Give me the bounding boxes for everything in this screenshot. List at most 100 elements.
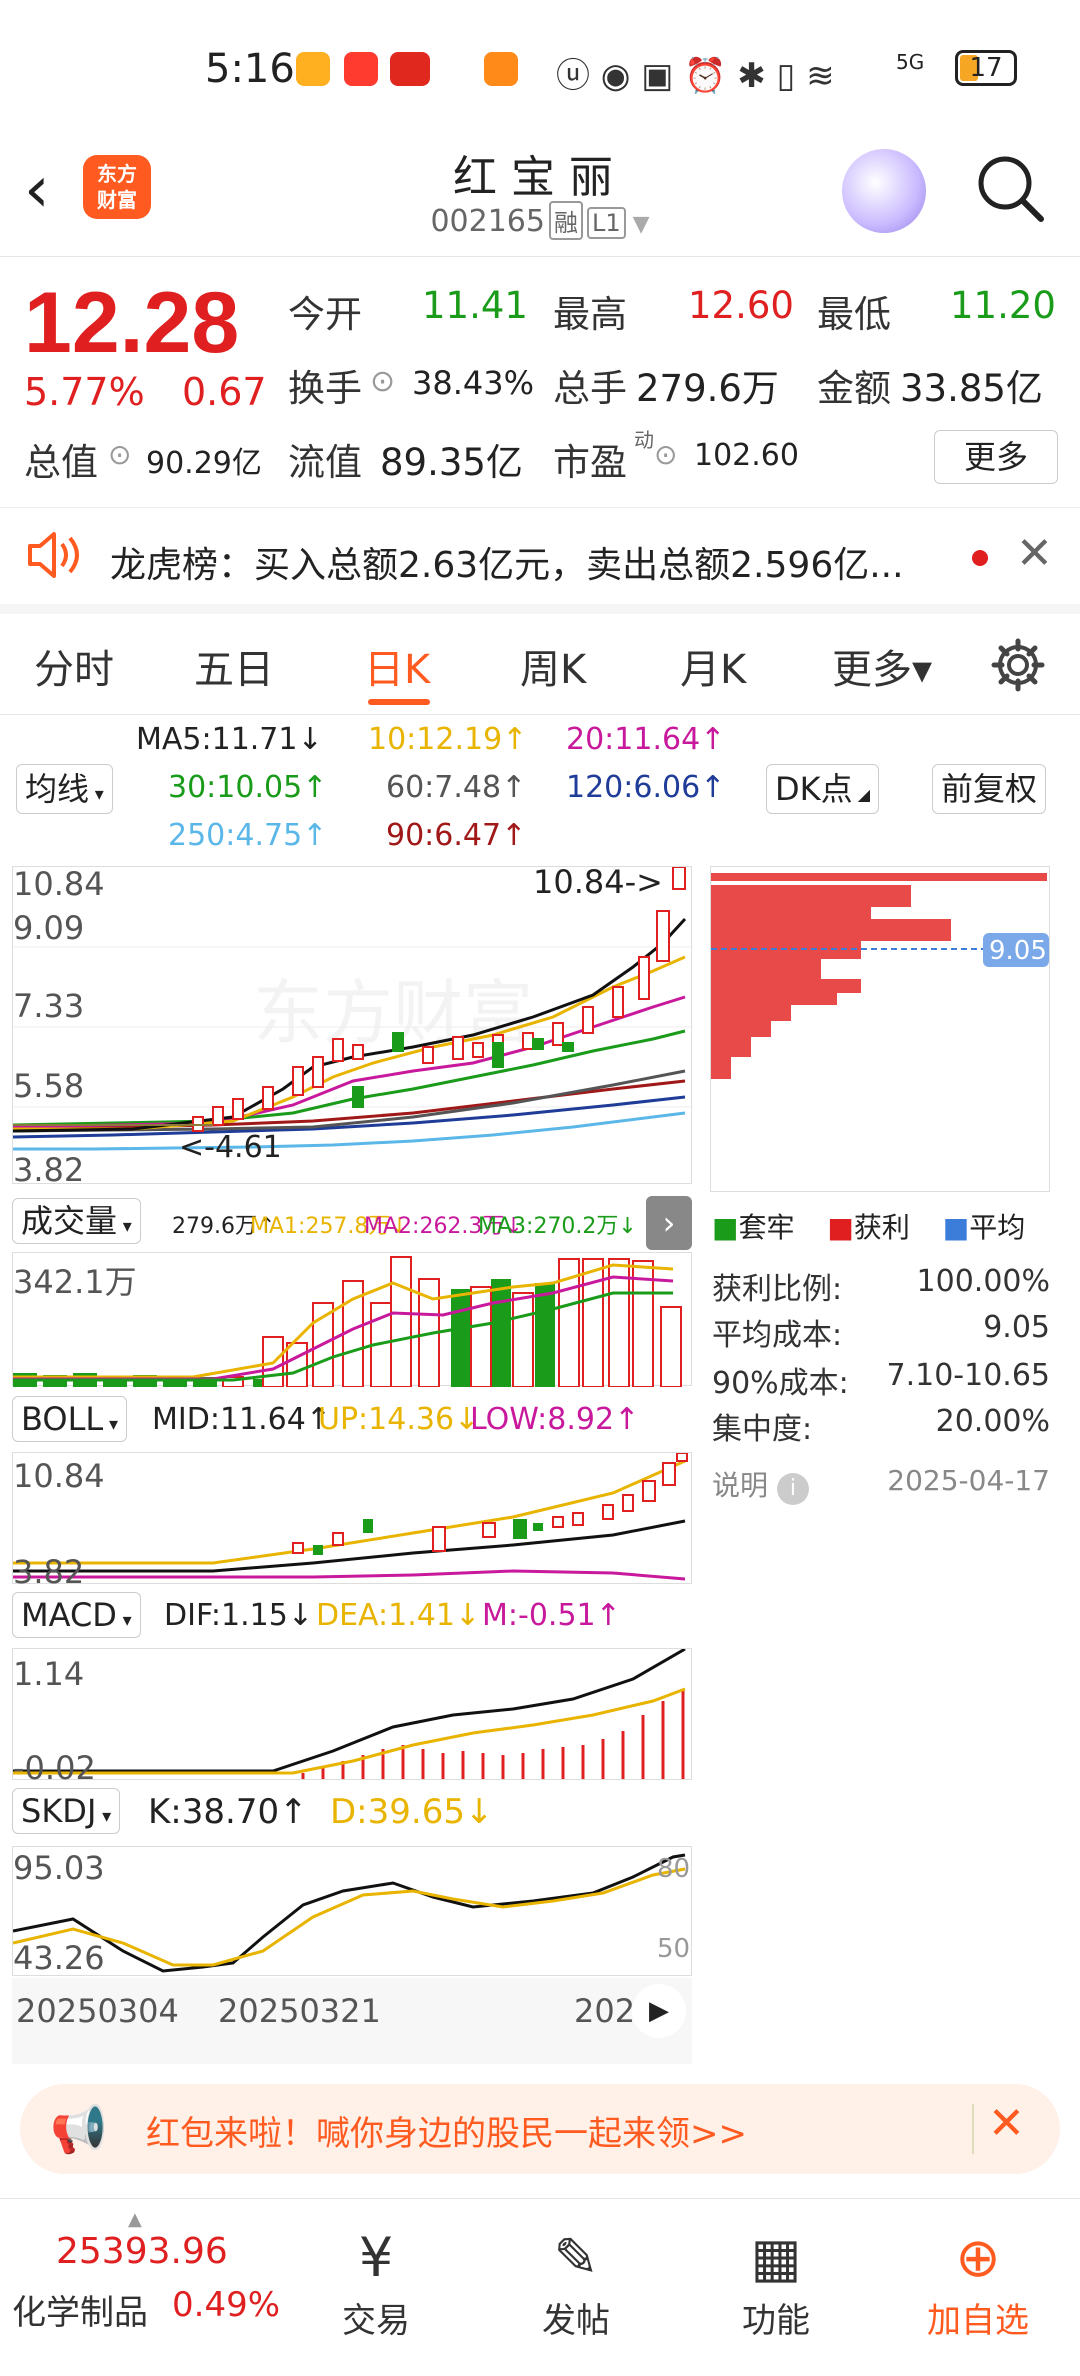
tab-weekly-k[interactable]: 周K xyxy=(520,637,586,695)
boll-chart[interactable]: 10.84 3.82 xyxy=(12,1452,692,1591)
skdj-y-bottom: 43.26 xyxy=(13,1939,105,1977)
chip-distribution[interactable]: 9.05 xyxy=(710,866,1051,1192)
chip-profit-value: 100.00% xyxy=(916,1264,1050,1299)
notification-icons: ⓤ ◉ ▣ ⏰ ✱ ▯ ≋ xyxy=(556,56,835,96)
dragon-tiger-notice[interactable]: 龙虎榜：买入总额2.63亿元，卖出总额2.596亿... ✕ xyxy=(0,510,1080,614)
change-percent: 5.77% xyxy=(24,370,145,414)
info-icon[interactable]: ⊙ xyxy=(370,364,395,399)
adjust-button[interactable]: 前复权 xyxy=(932,764,1047,814)
skdj-selector[interactable]: SKDJ ▾ xyxy=(12,1788,121,1834)
volume-ma3: MA3:270.2万↓ xyxy=(478,1214,637,1239)
volume-chart[interactable]: 342.1万 xyxy=(12,1252,692,1388)
more-button[interactable]: 更多 xyxy=(934,430,1058,484)
boll-mid: MID:11.64↑ xyxy=(152,1402,331,1437)
red-packet-banner[interactable]: 📢 红包来啦！喊你身边的股民一起来领>> ✕ xyxy=(20,2084,1060,2174)
chip-legend: ■套牢 ■获利 ■平均 xyxy=(712,1211,1026,1244)
nav-post[interactable]: ✎ 发帖 xyxy=(506,2223,646,2342)
kline-y-top: 10.84 xyxy=(13,867,105,903)
tab-more[interactable]: 更多▾ xyxy=(832,637,932,695)
change-amount: 0.67 xyxy=(182,370,267,414)
dk-point-button[interactable]: DK点 ◢ xyxy=(766,764,880,814)
ma-selector[interactable]: 均线 ▾ xyxy=(16,764,113,814)
settings-gear-icon[interactable] xyxy=(990,637,1046,693)
skdj-y-top: 95.03 xyxy=(13,1849,105,1887)
chip-note-link[interactable]: 说明 i xyxy=(712,1464,809,1505)
market-cap-value: 90.29亿 xyxy=(146,446,262,481)
volume-label: 总手 xyxy=(553,367,627,410)
chip-avg-value: 9.05 xyxy=(983,1310,1050,1345)
skdj-chart[interactable]: 95.03 43.26 80 50 xyxy=(12,1846,692,1977)
amount-label: 金额 xyxy=(817,367,891,410)
video-app-icon xyxy=(484,52,518,86)
speaker-icon xyxy=(28,532,79,578)
boll-selector[interactable]: BOLL ▾ xyxy=(12,1396,127,1442)
bottom-bar: ▲ 25393.96 化学制品 0.49% ¥ 交易 ✎ 发帖 ▦ 功能 ⊕ 加自选 xyxy=(0,2198,1080,2376)
macd-dea: DEA:1.41↓ xyxy=(316,1598,481,1633)
next-arrow-button[interactable]: ▶ xyxy=(632,1984,686,2038)
chip-date: 2025-04-17 xyxy=(887,1464,1050,1497)
open-label: 今开 xyxy=(288,293,362,336)
trade-icon: ¥ xyxy=(358,2226,394,2289)
active-tab-indicator xyxy=(368,699,430,705)
skdj-ref-80: 80 xyxy=(657,1854,690,1884)
ma60-value: 60:7.48↑ xyxy=(386,770,527,805)
tab-monthly-k[interactable]: 月K xyxy=(680,637,746,695)
info-icon[interactable]: ⊙ xyxy=(654,438,677,471)
kline-min-note: <-4.61 xyxy=(179,1130,282,1165)
nav-functions[interactable]: ▦ 功能 xyxy=(706,2223,846,2342)
expand-up-icon[interactable]: ▲ xyxy=(128,2209,142,2230)
macd-selector[interactable]: MACD ▾ xyxy=(12,1592,141,1638)
expand-arrow-button[interactable]: › xyxy=(646,1196,692,1250)
boll-up: UP:14.36↓ xyxy=(318,1402,480,1437)
search-icon[interactable] xyxy=(975,153,1045,223)
pe-value: 102.60 xyxy=(694,438,799,473)
boll-y-bottom: 3.82 xyxy=(13,1553,84,1585)
chip-svg: 9.05 xyxy=(711,873,1051,1079)
legend-average: 平均 xyxy=(969,1211,1026,1244)
nav-add-watchlist[interactable]: ⊕ 加自选 xyxy=(908,2223,1048,2342)
kline-svg: 东方财富 <-4.61 10.84-> 10.84 9.09 7.33 5.58… xyxy=(12,863,693,1189)
index-value[interactable]: 25393.96 xyxy=(56,2231,228,2272)
tab-five-day[interactable]: 五日 xyxy=(194,637,274,695)
nav-trade[interactable]: ¥ 交易 xyxy=(306,2223,446,2342)
edit-icon: ✎ xyxy=(553,2226,599,2289)
macd-chart[interactable]: 1.14 -0.02 xyxy=(12,1647,692,1787)
unread-dot xyxy=(972,550,988,566)
chip-90-value: 7.10-10.65 xyxy=(886,1358,1050,1393)
ma5-value: MA5:11.71↓ xyxy=(136,722,323,757)
kline-y-bottom: 3.82 xyxy=(13,1151,84,1185)
float-cap-label: 流值 xyxy=(288,441,362,484)
pe-label: 市盈 xyxy=(553,441,627,484)
ma20-value: 20:11.64↑ xyxy=(566,722,726,757)
megaphone-icon: 📢 xyxy=(50,2102,108,2156)
kline-max-note: 10.84-> xyxy=(533,867,663,901)
ma10-value: 10:12.19↑ xyxy=(368,722,528,757)
macd-y-top: 1.14 xyxy=(13,1655,84,1693)
index-name[interactable]: 化学制品 xyxy=(12,2285,148,2334)
robot-assistant-icon[interactable] xyxy=(842,149,926,233)
skdj-k: K:38.70↑ xyxy=(148,1792,308,1832)
current-price: 12.28 xyxy=(24,275,240,371)
chip-avg-label: 平均成本: xyxy=(712,1318,843,1353)
tab-daily-k[interactable]: 日K xyxy=(364,637,430,695)
kline-y-4: 5.58 xyxy=(13,1067,84,1105)
ma250-value: 250:4.75↑ xyxy=(168,818,328,853)
pe-sup: 动 xyxy=(634,428,654,452)
tab-intraday[interactable]: 分时 xyxy=(34,637,114,695)
legend-trapped: 套牢 xyxy=(738,1211,795,1244)
kline-chart[interactable]: 东方财富 <-4.61 10.84-> 10.84 9.09 7.33 5.58… xyxy=(12,863,693,1189)
banner-divider xyxy=(972,2104,974,2154)
network-label: 5G xyxy=(896,50,925,74)
info-icon[interactable]: ⊙ xyxy=(108,438,131,471)
macd-y-bottom: -0.02 xyxy=(13,1749,96,1781)
amount-value: 33.85亿 xyxy=(900,367,1043,410)
macd-m: M:-0.51↑ xyxy=(482,1598,621,1633)
volume-selector[interactable]: 成交量 ▾ xyxy=(12,1198,141,1244)
dropdown-icon: ▼ xyxy=(625,212,650,237)
close-icon[interactable]: ✕ xyxy=(988,2098,1025,2149)
close-icon[interactable]: ✕ xyxy=(1016,528,1053,579)
boll-low: LOW:8.92↑ xyxy=(470,1402,640,1437)
stock-header: ‹ 东方 财富 红宝丽 002165 融 L1 ▼ xyxy=(0,135,1080,257)
high-value: 12.60 xyxy=(688,284,794,327)
kline-y-2: 9.09 xyxy=(13,909,84,947)
